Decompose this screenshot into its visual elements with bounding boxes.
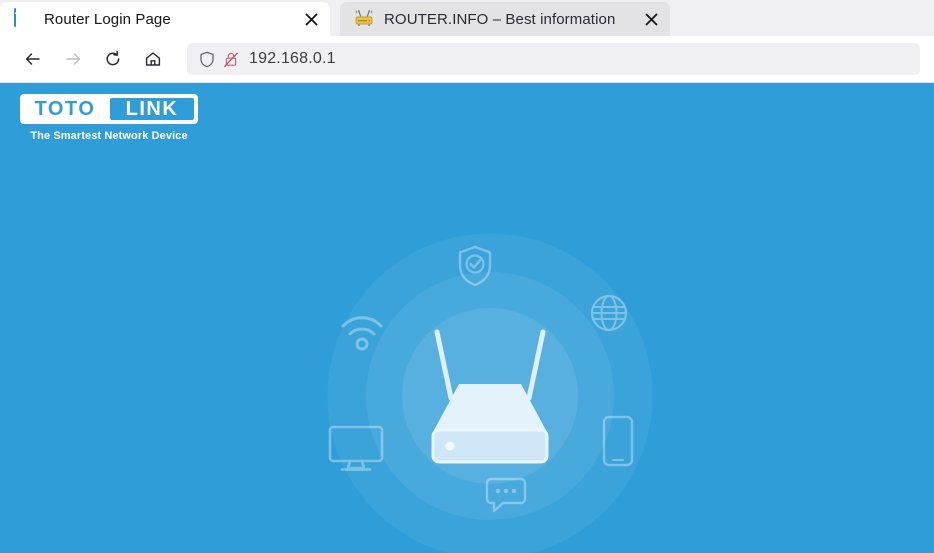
- tab-router-info[interactable]: ROUTER.INFO – Best information: [340, 2, 670, 36]
- router-device-icon: [354, 9, 374, 29]
- chat-bubble-icon: [485, 476, 527, 519]
- home-icon[interactable]: [136, 42, 170, 76]
- tab-title: ROUTER.INFO – Best information: [384, 10, 616, 28]
- logo-box: TOTO LINK: [20, 94, 198, 124]
- reload-icon[interactable]: [96, 42, 130, 76]
- close-icon[interactable]: [638, 6, 664, 32]
- tab-strip: Router Login Page: [0, 0, 934, 36]
- navigation-toolbar: 192.168.0.1: [0, 36, 934, 83]
- globe-icon: [589, 293, 629, 338]
- brand-logo: TOTO LINK The Smartest Network Device: [20, 94, 200, 142]
- insecure-lock-icon[interactable]: [221, 49, 241, 69]
- wifi-router-device-icon: [431, 329, 548, 463]
- url-text: 192.168.0.1: [249, 50, 336, 67]
- tab-title: Router Login Page: [44, 10, 171, 28]
- logo-text-link: LINK: [110, 98, 194, 120]
- brand-tagline: The Smartest Network Device: [30, 130, 188, 142]
- forward-arrow-icon: [56, 42, 90, 76]
- address-bar[interactable]: 192.168.0.1: [187, 43, 920, 75]
- smartphone-icon: [602, 415, 634, 472]
- back-arrow-icon[interactable]: [16, 42, 50, 76]
- monitor-icon: [328, 425, 384, 478]
- logo-text-toto: TOTO: [22, 96, 108, 122]
- router-login-page: TOTO LINK The Smartest Network Device: [0, 83, 934, 553]
- close-icon[interactable]: [298, 6, 324, 32]
- shield-icon[interactable]: [197, 49, 217, 69]
- shield-check-icon: [457, 245, 493, 292]
- router-illustration: [327, 233, 652, 553]
- totolink-t-icon: [14, 8, 34, 29]
- browser-window: Router Login Page: [0, 0, 934, 553]
- wifi-signal-icon: [339, 313, 385, 358]
- tab-router-login-page[interactable]: Router Login Page: [0, 2, 330, 36]
